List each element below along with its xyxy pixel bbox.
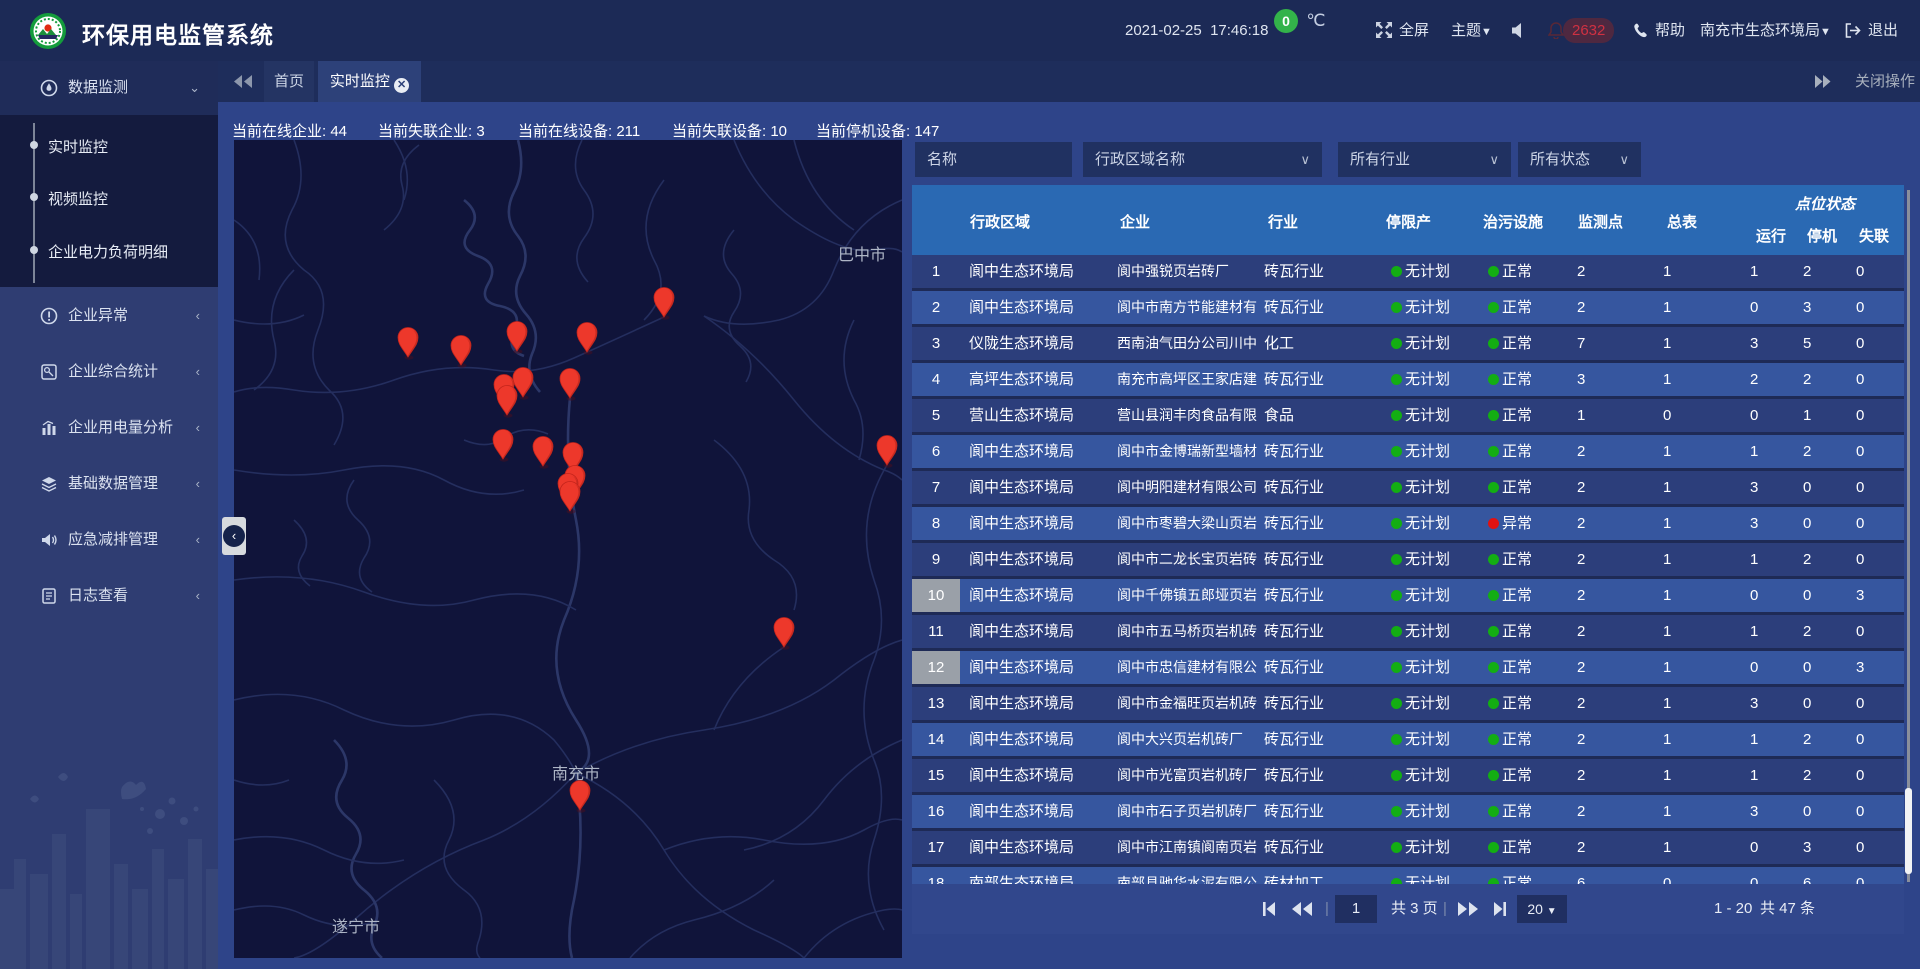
svg-text:巴中市: 巴中市 bbox=[838, 246, 886, 264]
svg-text:南充市: 南充市 bbox=[552, 765, 600, 783]
svg-text:遂宁市: 遂宁市 bbox=[332, 918, 380, 936]
